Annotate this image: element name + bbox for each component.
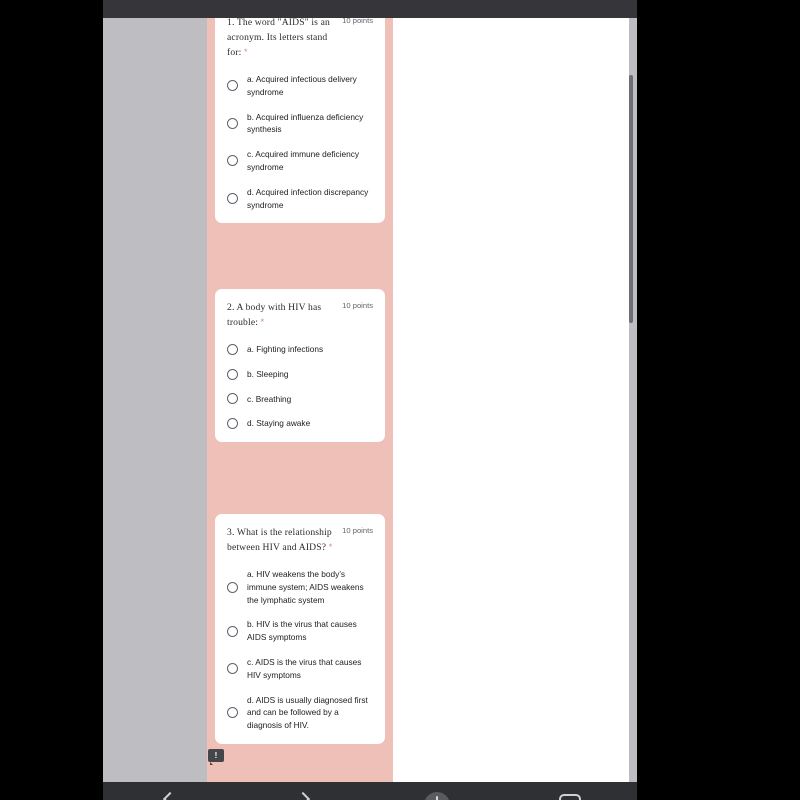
- option-row[interactable]: a. Acquired infectious delivery syndrome: [227, 73, 373, 99]
- question-card-2: 2. A body with HIV has trouble: * 10 poi…: [215, 289, 385, 443]
- radio-button-icon[interactable]: [227, 368, 238, 380]
- option-label: a. Fighting infections: [247, 344, 324, 354]
- option-label: a. Acquired infectious delivery syndrome: [247, 74, 357, 97]
- feedback-comment-icon[interactable]: !: [208, 749, 224, 765]
- option-row[interactable]: c. Acquired immune deficiency syndrome: [227, 148, 373, 174]
- option-label: b. Acquired influenza deficiency synthes…: [247, 111, 364, 135]
- question-points: 10 points: [342, 526, 373, 535]
- tabs-rectangle-icon: [559, 794, 582, 800]
- option-label: d. AIDS is usually diagnosed first and c…: [247, 694, 368, 731]
- radio-button-icon[interactable]: [227, 581, 238, 593]
- question-card-3: 3. What is the relationship between HIV …: [215, 514, 385, 744]
- option-label: d. Acquired infection discrepancy syndro…: [247, 186, 369, 210]
- radio-button-icon[interactable]: [227, 663, 238, 675]
- option-row[interactable]: a. Fighting infections: [227, 343, 373, 356]
- chevron-left-icon: [162, 791, 177, 800]
- question-points: 10 points: [342, 18, 373, 25]
- chevron-right-icon: [296, 791, 311, 800]
- question-header: 2. A body with HIV has trouble: * 10 poi…: [227, 300, 373, 330]
- option-row[interactable]: b. Acquired influenza deficiency synthes…: [227, 111, 373, 137]
- options-list: a. Acquired infectious delivery syndrome…: [227, 73, 373, 211]
- phone-viewport: 1. The word "AIDS" is an acronym. Its le…: [103, 0, 637, 800]
- nav-home-button[interactable]: [407, 782, 467, 800]
- question-title: 2. A body with HIV has trouble:: [227, 302, 322, 328]
- question-card-1: 1. The word "AIDS" is an acronym. Its le…: [215, 18, 385, 224]
- option-label: c. AIDS is the virus that causes HIV sym…: [247, 656, 362, 680]
- question-title: 3. What is the relationship between HIV …: [227, 527, 332, 553]
- option-row[interactable]: d. Staying awake: [227, 417, 373, 430]
- scrollbar-thumb[interactable]: [629, 75, 633, 323]
- option-label: c. Breathing: [247, 393, 292, 404]
- radio-button-icon[interactable]: [227, 155, 238, 167]
- radio-button-icon[interactable]: [227, 418, 238, 430]
- required-asterisk-icon: *: [260, 317, 265, 327]
- option-row[interactable]: c. Breathing: [227, 393, 373, 406]
- required-asterisk-icon: *: [328, 542, 333, 552]
- radio-button-icon[interactable]: [227, 625, 238, 637]
- option-row[interactable]: b. HIV is the virus that causes AIDS sym…: [227, 618, 373, 644]
- home-circle-icon: [423, 792, 450, 800]
- form-page: 1. The word "AIDS" is an acronym. Its le…: [103, 18, 637, 782]
- radio-button-icon[interactable]: [227, 343, 238, 355]
- question-text: 3. What is the relationship between HIV …: [227, 525, 336, 555]
- question-header: 1. The word "AIDS" is an acronym. Its le…: [227, 18, 373, 60]
- radio-button-icon[interactable]: [227, 193, 238, 205]
- radio-button-icon[interactable]: [227, 117, 238, 129]
- screenshot-root: 1. The word "AIDS" is an acronym. Its le…: [0, 0, 800, 800]
- radio-button-icon[interactable]: [227, 707, 238, 719]
- browser-bottom-nav: [103, 782, 637, 800]
- question-text: 1. The word "AIDS" is an acronym. Its le…: [227, 18, 336, 60]
- question-title: 1. The word "AIDS" is an acronym. Its le…: [227, 18, 330, 58]
- question-points: 10 points: [342, 301, 373, 310]
- radio-button-icon[interactable]: [227, 80, 238, 92]
- radio-button-icon[interactable]: [227, 393, 238, 405]
- option-label: b. Sleeping: [247, 368, 289, 379]
- option-label: d. Staying awake: [247, 418, 311, 429]
- options-list: a. HIV weakens the body’s immune system;…: [227, 568, 373, 732]
- options-list: a. Fighting infections b. Sleeping c. Br…: [227, 343, 373, 430]
- option-label: a. HIV weakens the body’s immune system;…: [247, 569, 364, 605]
- nav-forward-button[interactable]: [273, 782, 333, 800]
- nav-tabs-button[interactable]: [540, 782, 600, 800]
- option-row[interactable]: b. Sleeping: [227, 368, 373, 381]
- option-row[interactable]: d. AIDS is usually diagnosed first and c…: [227, 694, 373, 732]
- question-header: 3. What is the relationship between HIV …: [227, 525, 373, 555]
- nav-back-button[interactable]: [140, 782, 200, 800]
- option-label: b. HIV is the virus that causes AIDS sym…: [247, 619, 357, 643]
- question-text: 2. A body with HIV has trouble: *: [227, 300, 336, 330]
- required-asterisk-icon: *: [244, 47, 248, 57]
- exclamation-glyph: !: [214, 750, 218, 760]
- browser-top-chrome: [103, 0, 637, 18]
- option-row[interactable]: d. Acquired infection discrepancy syndro…: [227, 186, 373, 212]
- option-row[interactable]: c. AIDS is the virus that causes HIV sym…: [227, 656, 373, 682]
- option-label: c. Acquired immune deficiency syndrome: [247, 149, 360, 172]
- option-row[interactable]: a. HIV weakens the body’s immune system;…: [227, 568, 373, 606]
